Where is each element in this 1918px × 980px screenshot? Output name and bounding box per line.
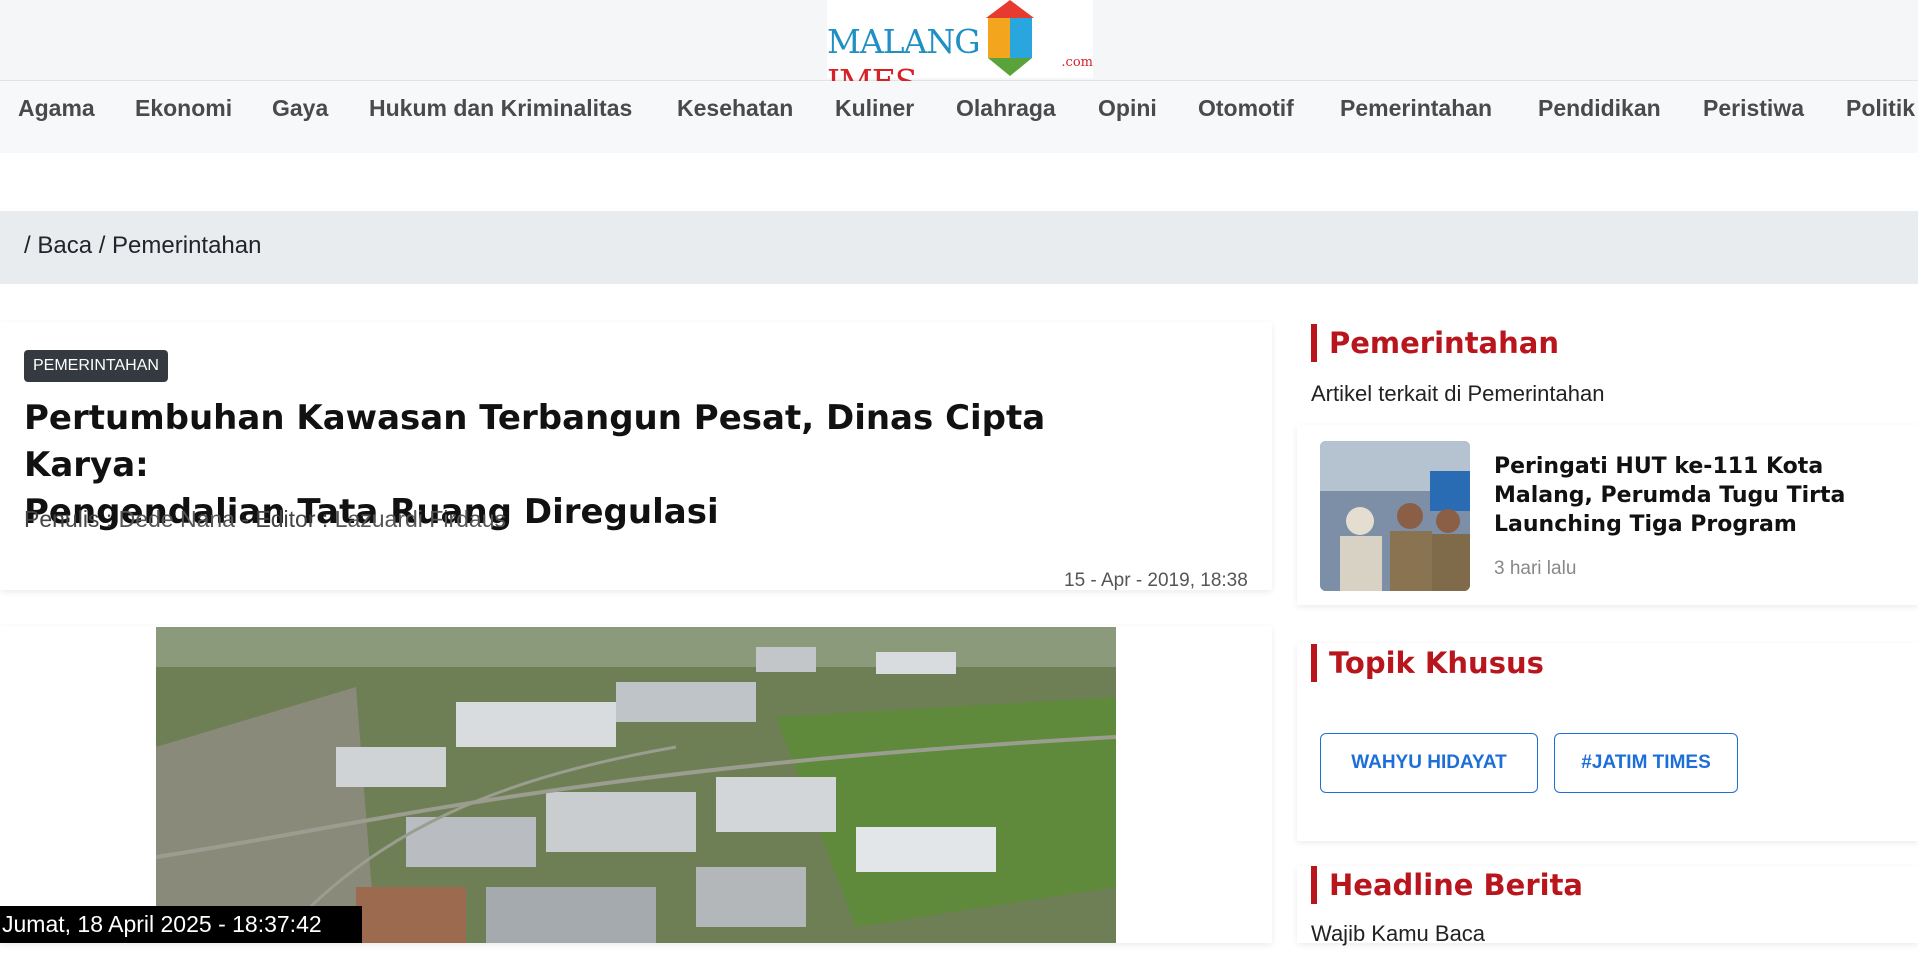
datetime-clock: Jumat, 18 April 2025 - 18:37:42 WIB <box>0 906 362 974</box>
editor-name[interactable]: Lazuardi Firdaus <box>335 506 506 532</box>
category-nav: Agama Ekonomi Gaya Hukum dan Kriminalita… <box>0 81 1918 153</box>
article-photo <box>156 627 1116 943</box>
nav-item-agama[interactable]: Agama <box>18 91 95 125</box>
related-article-time: 3 hari lalu <box>1494 558 1577 579</box>
related-article-thumbnail[interactable] <box>1320 441 1470 591</box>
nav-item-pemerintahan[interactable]: Pemerintahan <box>1340 91 1492 125</box>
article-date: 15 - Apr - 2019, 18:38 <box>1064 570 1248 591</box>
topic-button-jatim-times[interactable]: #JATIM TIMES <box>1554 733 1738 793</box>
nav-item-hukum[interactable]: Hukum dan Kriminalitas <box>369 91 632 125</box>
nav-item-kuliner[interactable]: Kuliner <box>835 91 914 125</box>
category-badge[interactable]: PEMERINTAHAN <box>24 350 168 382</box>
related-photo <box>1320 441 1470 591</box>
breadcrumb: / Baca / Pemerintahan <box>0 211 1918 284</box>
site-header: MALANGIMES .com <box>0 0 1918 101</box>
nav-item-politik[interactable]: Politik <box>1846 91 1915 125</box>
nav-item-ekonomi[interactable]: Ekonomi <box>135 91 232 125</box>
headline-heading: Headline Berita <box>1311 866 1583 904</box>
article-byline: Penulis : Dede Nana - Editor : Lazuardi … <box>24 506 506 532</box>
writer-name[interactable]: Dede Nana <box>119 506 235 532</box>
nav-item-gaya[interactable]: Gaya <box>272 91 328 125</box>
nav-item-peristiwa[interactable]: Peristiwa <box>1703 91 1804 125</box>
nav-item-opini[interactable]: Opini <box>1098 91 1157 125</box>
nav-item-pendidikan[interactable]: Pendidikan <box>1538 91 1661 125</box>
related-article-title[interactable]: Peringati HUT ke-111 Kota Malang, Perumd… <box>1494 452 1894 539</box>
logo-suffix: .com <box>1061 55 1093 70</box>
nav-item-olahraga[interactable]: Olahraga <box>956 91 1056 125</box>
topic-button-wahyu-hidayat[interactable]: WAHYU HIDAYAT <box>1320 733 1538 793</box>
topics-heading: Topik Khusus <box>1311 644 1544 682</box>
related-subheading: Artikel terkait di Pemerintahan <box>1311 381 1605 406</box>
nav-item-kesehatan[interactable]: Kesehatan <box>677 91 793 125</box>
aerial-industrial-photo <box>156 627 1116 943</box>
breadcrumb-text[interactable]: / Baca / Pemerintahan <box>24 232 261 260</box>
related-heading: Pemerintahan <box>1311 324 1559 362</box>
nav-item-otomotif[interactable]: Otomotif <box>1198 91 1294 125</box>
headline-subheading: Wajib Kamu Baca <box>1311 921 1486 946</box>
site-logo[interactable]: MALANGIMES .com <box>827 0 1093 101</box>
